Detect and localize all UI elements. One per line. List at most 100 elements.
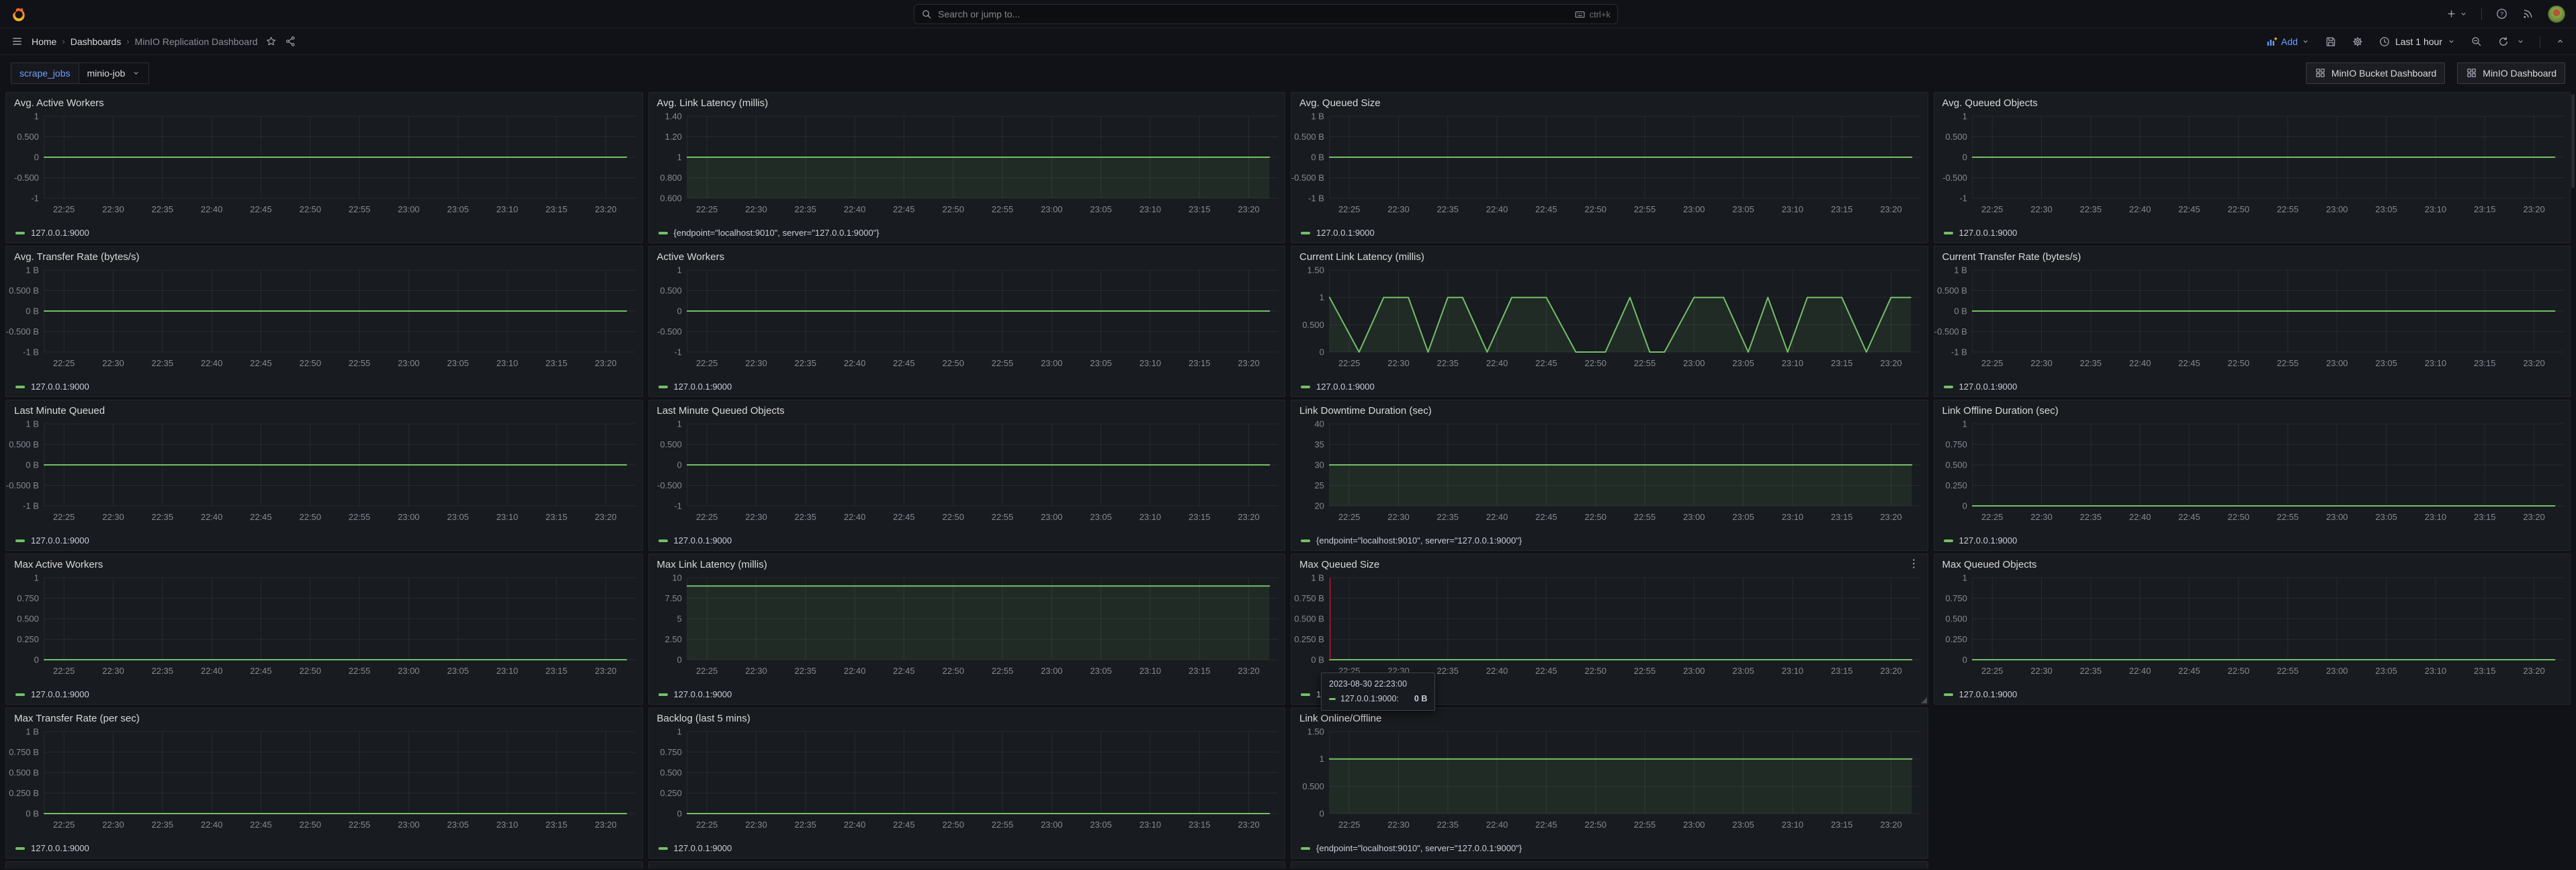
mega-menu-toggle[interactable]	[11, 35, 24, 48]
panel-title[interactable]: Avg. Transfer Rate (bytes/s)	[6, 247, 642, 263]
search-input[interactable]: Search or jump to... ctrl+k	[914, 4, 1618, 24]
chevron-down-icon	[2447, 37, 2456, 46]
panel-title[interactable]: Avg. Queued Size	[1291, 93, 1928, 110]
x-axis-tick-label: 22:25	[695, 666, 717, 676]
legend-item[interactable]: 127.0.0.1:9000	[31, 228, 89, 238]
time-series-plot[interactable]: 10.7500.5000.250022:2522:3022:3522:4022:…	[649, 725, 1285, 835]
legend-item[interactable]: 127.0.0.1:9000	[31, 382, 89, 392]
x-axis-tick-label: 23:00	[1683, 820, 1705, 830]
panel-title[interactable]: Max Link Latency (millis)	[649, 554, 1285, 571]
legend-item[interactable]: 127.0.0.1:9000	[1959, 689, 2018, 699]
panel-title[interactable]: Avg. Link Latency (millis)	[649, 93, 1285, 110]
panel-title[interactable]: Active Workers	[649, 247, 1285, 263]
news-button[interactable]	[2522, 7, 2534, 20]
x-axis-tick-label: 22:45	[1535, 204, 1557, 214]
scrollbar[interactable]	[2571, 94, 2575, 188]
time-series-plot[interactable]: 10.7500.5000.250022:2522:3022:3522:4022:…	[6, 571, 642, 681]
x-axis-tick-label: 23:20	[1238, 512, 1259, 522]
legend-item[interactable]: 127.0.0.1:9000	[1316, 228, 1375, 238]
panel-title[interactable]: Link Offline Duration (sec)	[1934, 400, 2571, 417]
share-button[interactable]	[285, 36, 296, 47]
legend-item[interactable]: {endpoint="localhost:9010", server="127.…	[1316, 843, 1522, 853]
legend-item[interactable]: 127.0.0.1:9000	[674, 843, 732, 853]
x-axis-tick-label: 22:25	[53, 358, 75, 368]
y-axis-tick-label: 1	[1962, 419, 1967, 429]
save-dashboard-button[interactable]	[2325, 36, 2337, 48]
time-series-plot[interactable]: 10.5000-0.500-122:2522:3022:3522:4022:45…	[649, 263, 1285, 374]
x-axis-tick-label: 23:10	[1782, 204, 1803, 214]
x-axis-tick-label: 22:55	[991, 820, 1013, 830]
legend-item[interactable]: {endpoint="localhost:9010", server="127.…	[674, 228, 879, 238]
y-axis-tick-label: -1 B	[1951, 347, 1967, 357]
legend-item[interactable]: 127.0.0.1:9000	[1959, 382, 2018, 392]
legend-item[interactable]: 127.0.0.1:9000	[31, 689, 89, 699]
zoom-out-time-button[interactable]	[2471, 36, 2483, 48]
help-button[interactable]: ?	[2495, 7, 2508, 20]
legend-item[interactable]: 127.0.0.1:9000	[31, 843, 89, 853]
time-series-plot[interactable]: 1 B0.500 B0 B-0.500 B-1 B22:2522:3022:35…	[6, 263, 642, 374]
legend-item[interactable]: 127.0.0.1:9000	[1959, 535, 2018, 546]
panel-max-link-latency-millis: Max Link Latency (millis)107.5052.50022:…	[648, 554, 1286, 705]
legend-item[interactable]: 127.0.0.1:9000	[1316, 382, 1375, 392]
panel-menu-button[interactable]: ⋮	[1905, 557, 1923, 572]
time-series-plot[interactable]: 10.5000-0.500-122:2522:3022:3522:4022:45…	[1934, 110, 2571, 220]
add-panel-button[interactable]: Add	[2266, 36, 2310, 48]
time-series-plot[interactable]: 403530252022:2522:3022:3522:4022:4522:50…	[1291, 417, 1928, 527]
minio-dashboard-link[interactable]: MinIO Dashboard	[2457, 62, 2565, 84]
refresh-button[interactable]	[2497, 36, 2509, 48]
legend-color-mark	[1301, 539, 1310, 542]
legend-item[interactable]: 127.0.0.1:9000	[1959, 228, 2018, 238]
dashboard-settings-button[interactable]	[2352, 36, 2364, 48]
time-series-plot[interactable]: 1 B0.750 B0.500 B0.250 B0 B22:2522:3022:…	[6, 725, 642, 835]
time-series-plot[interactable]: 10.7500.5000.250022:2522:3022:3522:4022:…	[1934, 571, 2571, 681]
legend-item[interactable]: {endpoint="localhost:9010", server="127.…	[1316, 535, 1522, 546]
time-series-plot[interactable]: 10.5000-0.500-122:2522:3022:3522:4022:45…	[649, 417, 1285, 527]
y-axis-tick-label: 0.750	[1945, 439, 1967, 449]
new-menu-button[interactable]	[2446, 8, 2468, 19]
legend-item[interactable]: 127.0.0.1:9000	[674, 689, 732, 699]
panel-title[interactable]: Last Minute Queued	[6, 400, 642, 417]
panel-legend: 127.0.0.1:9000	[6, 535, 642, 550]
time-series-plot[interactable]: 1.5010.500022:2522:3022:3522:4022:4522:5…	[1291, 263, 1928, 374]
panel-resize-handle[interactable]	[1921, 697, 1927, 703]
panel-title[interactable]: Max Active Workers	[6, 554, 642, 571]
time-series-plot[interactable]: 1 B0.750 B0.500 B0.250 B0 B22:2522:3022:…	[1291, 571, 1928, 681]
time-series-plot[interactable]: 1 B0.500 B0 B-0.500 B-1 B22:2522:3022:35…	[1291, 110, 1928, 220]
minio-bucket-dashboard-link[interactable]: MinIO Bucket Dashboard	[2306, 62, 2445, 84]
legend-item[interactable]: 127.0.0.1:9000	[674, 382, 732, 392]
time-series-plot[interactable]: 1.401.2010.8000.60022:2522:3022:3522:402…	[649, 110, 1285, 220]
panel-title[interactable]: Max Transfer Rate (per sec)	[6, 708, 642, 725]
variable-value-dropdown[interactable]: minio-job	[79, 62, 150, 84]
time-series-plot[interactable]: 107.5052.50022:2522:3022:3522:4022:4522:…	[649, 571, 1285, 681]
panel-title[interactable]: Last Minute Queued Objects	[649, 400, 1285, 417]
favorite-star-button[interactable]	[265, 36, 277, 47]
collapse-toolbar-button[interactable]	[2555, 36, 2565, 46]
legend-item[interactable]: 127.0.0.1:9000	[31, 535, 89, 546]
panel-title[interactable]: Current Transfer Rate (bytes/s)	[1934, 247, 2571, 263]
panel-title[interactable]: Avg. Active Workers	[6, 93, 642, 110]
x-axis-tick-label: 23:10	[2424, 512, 2446, 522]
panel-title[interactable]: Max Queued Size	[1291, 554, 1928, 571]
x-axis-tick-label: 22:50	[299, 666, 320, 676]
time-series-plot[interactable]: 1.5010.500022:2522:3022:3522:4022:4522:5…	[1291, 725, 1928, 835]
time-series-plot[interactable]: 1 B0.500 B0 B-0.500 B-1 B22:2522:3022:35…	[1934, 263, 2571, 374]
time-series-plot[interactable]: 1 B0.500 B0 B-0.500 B-1 B22:2522:3022:35…	[6, 417, 642, 527]
panel-title[interactable]: Backlog (last 5 mins)	[649, 708, 1285, 725]
x-axis-tick-label: 23:00	[398, 204, 419, 214]
grafana-logo[interactable]	[11, 6, 27, 22]
panel-title[interactable]: Current Link Latency (millis)	[1291, 247, 1928, 263]
y-axis-tick-label: 0.500 B	[9, 286, 39, 296]
x-axis-tick-label: 22:45	[250, 358, 271, 368]
breadcrumb-dashboards[interactable]: Dashboards	[71, 36, 122, 47]
breadcrumb-home[interactable]: Home	[32, 36, 56, 47]
panel-title[interactable]: Link Downtime Duration (sec)	[1291, 400, 1928, 417]
legend-item[interactable]: 127.0.0.1:9000	[674, 535, 732, 546]
x-axis-tick-label: 22:30	[1387, 512, 1409, 522]
time-range-picker[interactable]: Last 1 hour	[2378, 36, 2456, 48]
refresh-interval-dropdown[interactable]	[2516, 37, 2525, 46]
panel-title[interactable]: Avg. Queued Objects	[1934, 93, 2571, 110]
panel-title[interactable]: Max Queued Objects	[1934, 554, 2571, 571]
time-series-plot[interactable]: 10.7500.5000.250022:2522:3022:3522:4022:…	[1934, 417, 2571, 527]
time-series-plot[interactable]: 10.5000-0.500-122:2522:3022:3522:4022:45…	[6, 110, 642, 220]
user-avatar[interactable]	[2548, 5, 2565, 23]
